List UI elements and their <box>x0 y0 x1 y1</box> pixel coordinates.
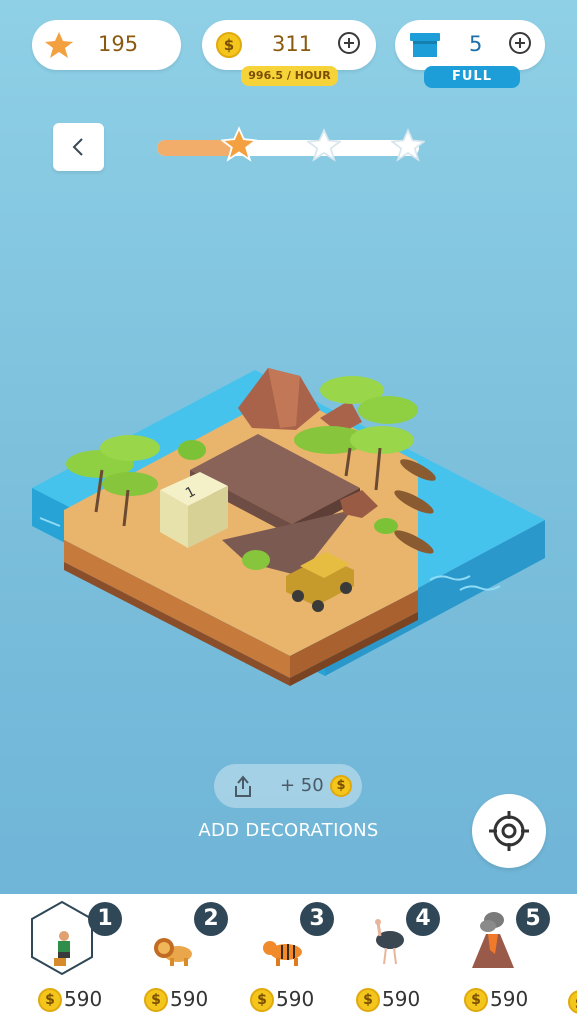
item-price: 590 <box>382 987 421 1011</box>
hiker-icon <box>54 931 70 966</box>
share-reward-amount: + 50 <box>280 775 324 796</box>
box-status-badge: FULL <box>424 66 520 88</box>
progress-star-3-icon <box>391 128 425 162</box>
item-number-badge: 3 <box>300 902 334 936</box>
crosshair-icon <box>489 811 529 851</box>
coin-icon: $ <box>330 775 352 797</box>
volcano-icon <box>472 912 514 968</box>
stars-count: 195 <box>98 32 139 56</box>
shop-item-2[interactable]: 2 $ 590 <box>128 894 228 1024</box>
progress-star-2-icon <box>307 128 341 162</box>
level-progress-bar <box>157 140 419 156</box>
coin-icon: $ <box>38 988 62 1012</box>
island-scene[interactable]: 1 <box>0 330 577 690</box>
coin-icon: $ <box>568 990 577 1014</box>
coins-count: 311 <box>272 32 313 56</box>
item-number-badge: 1 <box>88 902 122 936</box>
add-coins-button[interactable] <box>338 32 360 54</box>
share-icon <box>235 775 251 797</box>
coin-icon: $ <box>216 32 242 58</box>
boxes-count: 5 <box>469 32 483 56</box>
shop-item-3[interactable]: 3 $ 590 <box>234 894 334 1024</box>
shop-item-1[interactable]: 1 $ 590 <box>22 894 122 1024</box>
share-reward-button[interactable]: + 50 $ <box>214 764 362 808</box>
coin-icon: $ <box>250 988 274 1012</box>
tiger-icon <box>263 941 302 966</box>
coin-icon: $ <box>356 988 380 1012</box>
star-icon <box>45 32 73 58</box>
ostrich-icon <box>375 919 404 965</box>
back-button[interactable] <box>53 123 104 171</box>
stars-counter: 195 <box>32 20 181 70</box>
item-number-badge: 5 <box>516 902 550 936</box>
box-icon <box>410 33 440 57</box>
shop-item-5[interactable]: 5 $ 590 <box>446 894 550 1024</box>
shop-item-4[interactable]: 4 $ 590 <box>340 894 440 1024</box>
item-number-badge: 4 <box>406 902 440 936</box>
coin-icon: $ <box>144 988 168 1012</box>
chevron-left-icon <box>72 138 83 156</box>
recenter-button[interactable] <box>472 794 546 868</box>
item-price: 590 <box>490 987 529 1011</box>
item-price: 590 <box>170 987 209 1011</box>
boxes-counter: 5 <box>395 20 545 70</box>
item-number-badge: 2 <box>194 902 228 936</box>
item-price: 590 <box>64 987 103 1011</box>
coins-counter: $ 311 <box>202 20 376 70</box>
decoration-shop: 1 $ 590 2 $ 590 3 $ 590 4 $ 590 5 $ 590 <box>0 894 577 1024</box>
coin-rate-badge: 996.5 / HOUR <box>241 66 338 86</box>
lion-icon <box>154 938 192 966</box>
progress-star-1-icon <box>221 126 257 162</box>
item-price: 590 <box>276 987 315 1011</box>
add-boxes-button[interactable] <box>509 32 531 54</box>
coin-icon: $ <box>464 988 488 1012</box>
